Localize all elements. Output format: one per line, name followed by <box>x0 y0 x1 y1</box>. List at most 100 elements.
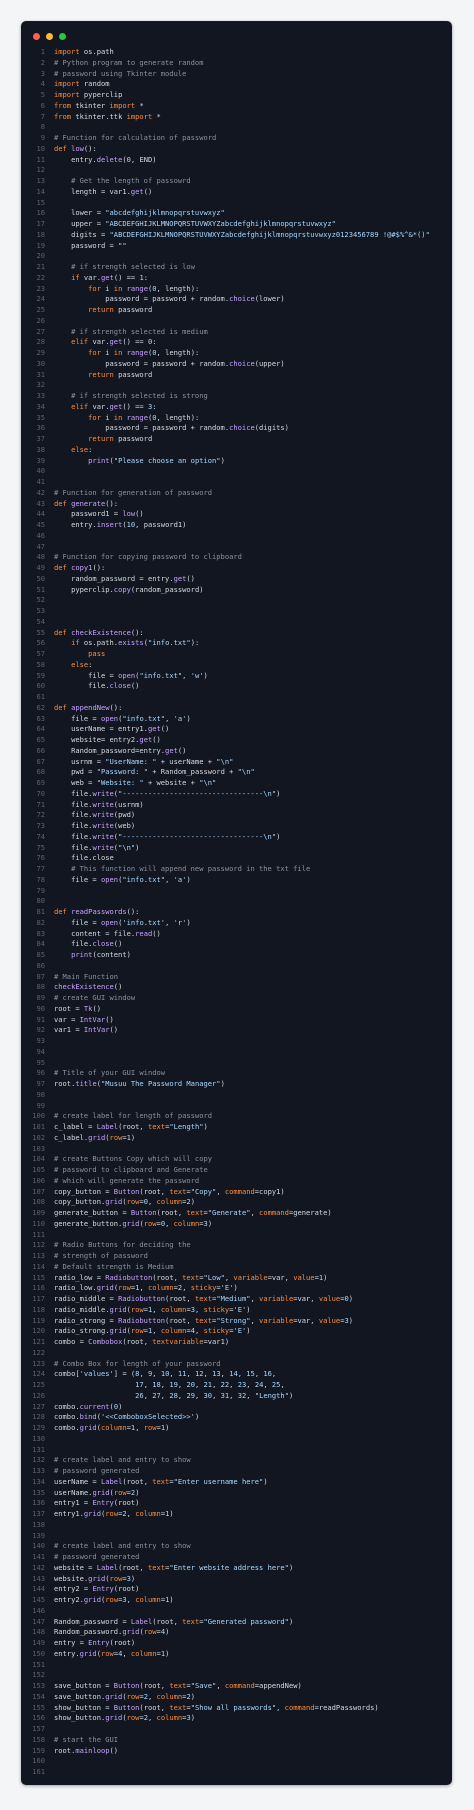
code-token: row <box>143 1218 157 1228</box>
code-token: "ABCDEFGHIJKLMNOPQRSTUVWXYZabcdefghijklm… <box>105 219 336 228</box>
code-text: file = open('info.txt', 'r') <box>54 918 191 929</box>
code-text: from tkinter import * <box>54 101 144 112</box>
code-text: 26, 27, 28, 29, 30, 31, 32, "Length") <box>54 1391 293 1402</box>
code-token: 13 <box>212 1369 221 1379</box>
close-window-dot-icon[interactable] <box>33 33 40 40</box>
code-token: grid <box>88 1132 106 1142</box>
code-token: content = file. <box>54 928 136 938</box>
code-token: , <box>195 1304 204 1314</box>
code-line: 70 file.write("-------------------------… <box>21 789 452 800</box>
code-line: 72 file.write(pwd) <box>21 810 452 821</box>
code-text: radio_low = Radiobutton(root, text="Low"… <box>54 1273 327 1284</box>
code-text: print("Please choose an option") <box>54 456 225 467</box>
minimize-window-dot-icon[interactable] <box>46 33 53 40</box>
code-token: text <box>147 1122 166 1131</box>
code-token: () <box>109 1025 119 1035</box>
code-token: =appendNew) <box>254 1681 302 1690</box>
code-editor[interactable]: 1 import os.path 2 # Python program to gene… <box>21 47 452 1778</box>
code-token: # password generated <box>54 1552 140 1561</box>
line-number: 40 <box>36 466 45 476</box>
code-token: row <box>105 1509 119 1518</box>
code-token: grid <box>105 1197 123 1207</box>
code-token: 16 <box>263 1369 272 1379</box>
code-token: # password using Tkinter module <box>54 68 187 78</box>
code-token: command <box>259 1208 289 1217</box>
code-line: 150 entry.grid(row=4, column=1) <box>21 1649 452 1660</box>
code-token: '<<ComboboxSelected>>' <box>101 1412 195 1422</box>
code-token: password <box>118 434 153 443</box>
code-token: # Function for calculation of password <box>54 133 217 142</box>
line-number: 100 <box>32 1111 45 1121</box>
code-token: row <box>101 1648 114 1658</box>
code-text: # strength of password <box>54 1251 148 1262</box>
code-token: grid <box>105 1691 123 1701</box>
code-line: 36 password = password + random.choice(d… <box>21 423 452 434</box>
code-line: 107 copy_button = Button(root, text="Copy… <box>21 1187 452 1198</box>
code-token: 19 <box>169 1380 178 1389</box>
code-line: 51 pyperclip.copy(random_password) <box>21 585 452 596</box>
code-token: import <box>126 111 157 121</box>
code-token: text <box>152 1476 170 1486</box>
code-token: get <box>101 272 114 282</box>
line-number: 90 <box>36 1003 45 1013</box>
code-token: # This function will append new password… <box>54 864 311 873</box>
code-token: def <box>54 627 72 637</box>
line-number: 72 <box>36 810 45 820</box>
code-token: "Length" <box>169 1122 204 1131</box>
maximize-window-dot-icon[interactable] <box>59 33 66 40</box>
code-token: file. <box>54 810 93 820</box>
code-line: 149 entry = Entry(root) <box>21 1638 452 1649</box>
code-token: 'values' <box>79 1369 114 1379</box>
code-line: 95 <box>21 1058 452 1069</box>
code-text: def readPasswords(): <box>54 907 139 918</box>
code-token: 'a' <box>173 713 187 723</box>
code-token: file. <box>54 939 93 949</box>
code-token: , <box>152 1369 161 1379</box>
code-token: from <box>54 100 76 110</box>
code-token: # Get the length of passowrd <box>54 176 191 185</box>
code-token: # Python program to generate random <box>54 57 204 67</box>
line-number: 54 <box>36 616 45 626</box>
code-token: "Enter website address here" <box>169 1562 289 1572</box>
code-token: "Enter username here" <box>173 1476 264 1486</box>
code-token: ) <box>207 1218 213 1228</box>
line-number: 84 <box>36 939 45 949</box>
code-token: length = var1. <box>54 186 131 196</box>
code-token: (web) <box>113 821 136 830</box>
code-token: () <box>143 186 153 196</box>
code-line: 114 # Default strength is Medium <box>21 1262 452 1273</box>
code-token: radio_middle. <box>54 1304 110 1314</box>
code-token: "\n" <box>216 756 234 766</box>
code-token: + userName + <box>156 756 217 766</box>
code-text: # password generated <box>54 1466 139 1477</box>
code-token: ) <box>203 1122 208 1131</box>
code-token: website. <box>54 1573 89 1583</box>
code-line: 116 radio_low.grid(row=1, column=2, stick… <box>21 1283 452 1294</box>
code-token: for <box>54 348 106 357</box>
code-token: random <box>83 79 110 89</box>
code-token: command <box>284 1702 315 1712</box>
code-token: password = <box>54 240 119 250</box>
code-line: 29 for i in range(0, length): <box>21 348 452 359</box>
line-number: 110 <box>32 1218 45 1228</box>
code-token: Random_password. <box>54 1627 123 1637</box>
code-token: (root, <box>165 1315 195 1325</box>
line-number: 49 <box>36 563 45 572</box>
code-line: 69 web = "Website: " + website + "\n" <box>21 778 452 789</box>
code-token: column <box>156 1713 183 1723</box>
code-line: 103 <box>21 1144 452 1155</box>
code-text: Random_password = Label(root, text="Gene… <box>54 1617 293 1628</box>
code-token: * <box>139 100 144 110</box>
line-number: 83 <box>36 928 45 938</box>
code-token: ) <box>288 1616 294 1626</box>
code-line: 3 # password using Tkinter module <box>21 69 452 80</box>
code-token: ) <box>233 1283 238 1293</box>
line-number: 37 <box>36 434 45 443</box>
code-token: (random_password) <box>130 584 204 594</box>
code-line: 37 return password <box>21 434 452 445</box>
code-line: 1 import os.path <box>21 47 452 58</box>
code-token: # create Buttons Copy which will copy <box>54 1154 213 1164</box>
code-line: 124 combo['values'] = (8, 9, 10, 11, 12, … <box>21 1369 452 1380</box>
code-line: 41 <box>21 477 452 488</box>
code-line: 135 userName.grid(row=2) <box>21 1488 452 1499</box>
